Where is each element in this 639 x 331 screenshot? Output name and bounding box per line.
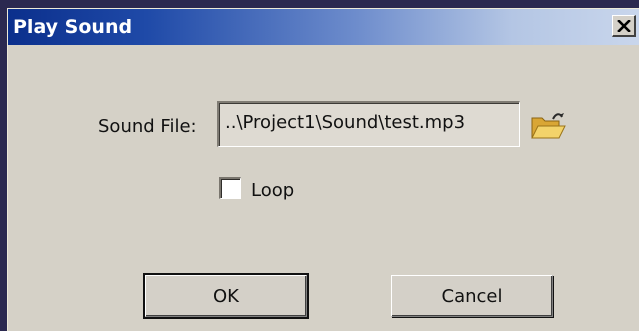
ok-button[interactable]: OK <box>143 273 309 319</box>
play-sound-dialog: Play Sound Sound File: ..\Project1\Sound… <box>7 8 639 331</box>
cancel-button[interactable]: Cancel <box>391 275 553 317</box>
loop-label[interactable]: Loop <box>251 180 294 201</box>
browse-button[interactable] <box>529 110 567 142</box>
close-icon <box>616 19 631 32</box>
sound-file-input[interactable]: ..\Project1\Sound\test.mp3 <box>217 101 520 147</box>
close-button[interactable] <box>612 15 636 37</box>
loop-checkbox[interactable] <box>219 177 241 199</box>
dialog-title: Play Sound <box>13 16 133 38</box>
sound-file-label: Sound File: <box>98 116 197 137</box>
dialog-titlebar[interactable]: Play Sound <box>8 9 639 45</box>
open-folder-icon <box>531 113 566 139</box>
